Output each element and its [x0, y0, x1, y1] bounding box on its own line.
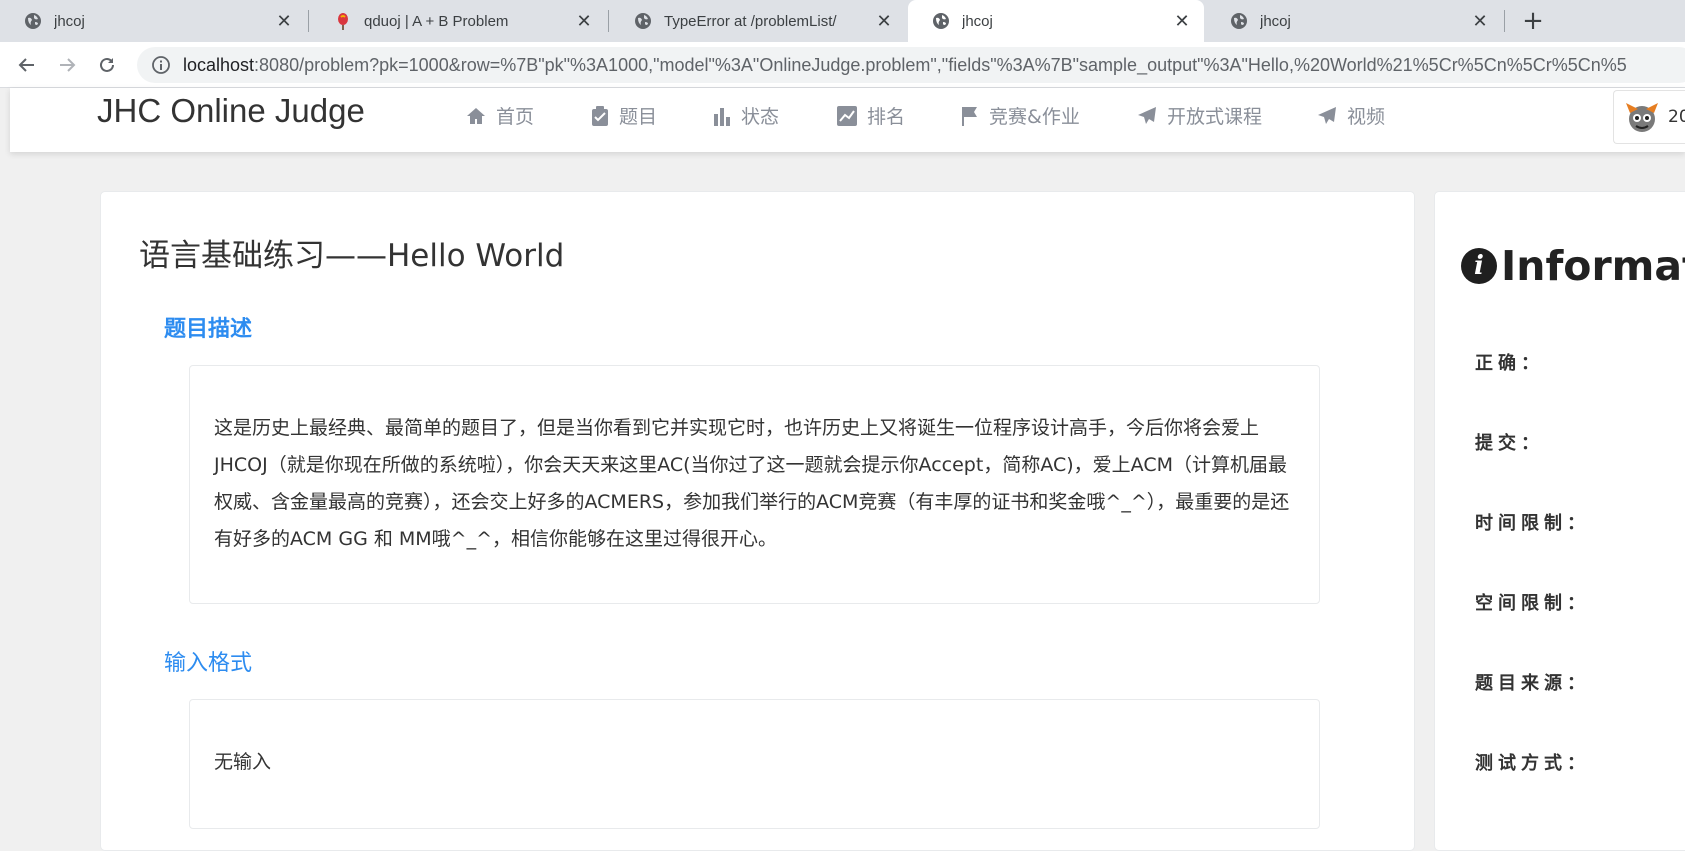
tab-title: jhcoj	[962, 12, 993, 30]
time-limit-label: 时间限制：	[1475, 513, 1590, 534]
tab-divider	[608, 10, 609, 32]
input-heading: 输入格式	[164, 651, 253, 676]
tab-divider	[308, 10, 309, 32]
url-path: :8080/problem?pk=1000&row=%7B"pk"%3A1000…	[254, 54, 1627, 75]
paper-plane-icon	[1318, 106, 1336, 124]
info-icon: i	[1461, 248, 1497, 284]
browser-tab-active[interactable]: jhcoj ✕	[908, 0, 1204, 42]
browser-tab[interactable]: jhcoj ✕	[1206, 0, 1502, 42]
nav-item-video[interactable]: 视频	[1317, 102, 1385, 129]
input-text: 无输入	[214, 751, 272, 773]
close-icon[interactable]: ✕	[272, 9, 296, 33]
memory-limit-label: 空间限制：	[1475, 593, 1590, 614]
globe-icon	[1230, 12, 1248, 30]
bar-chart-icon	[714, 107, 730, 126]
reload-icon	[100, 57, 114, 72]
problem-title: 语言基础练习——Hello World	[139, 238, 565, 274]
source-label: 题目来源：	[1475, 673, 1590, 694]
submissions-label: 提交：	[1475, 433, 1544, 454]
url-text[interactable]: localhost:8080/problem?pk=1000&row=%7B"p…	[183, 55, 1627, 76]
home-icon	[467, 107, 485, 124]
new-tab-button[interactable]: +	[1518, 6, 1548, 36]
flag-icon	[962, 106, 977, 126]
description-box: 这是历史上最经典、最简单的题目了，但是当你看到它并实现它时，也许历史上又将诞生一…	[189, 365, 1320, 604]
browser-tab[interactable]: qduoj | A + B Problem ✕	[310, 0, 606, 42]
globe-icon	[24, 12, 42, 30]
nav-item-label: 竞赛&作业	[989, 106, 1080, 128]
reload-button[interactable]	[92, 50, 122, 80]
tab-title: jhcoj	[54, 12, 85, 30]
description-text: 这是历史上最经典、最简单的题目了，但是当你看到它并实现它时，也许历史上又将诞生一…	[214, 417, 1290, 550]
nav-item-contest[interactable]: 竞赛&作业	[961, 102, 1080, 129]
nav-item-rank[interactable]: 排名	[837, 102, 905, 129]
nav-item-label: 首页	[496, 106, 535, 128]
tab-title: qduoj | A + B Problem	[364, 12, 509, 30]
browser-toolbar: localhost:8080/problem?pk=1000&row=%7B"p…	[0, 42, 1685, 88]
nav-item-label: 题目	[619, 106, 658, 128]
arrow-right-icon	[60, 58, 76, 72]
user-menu[interactable]: 20	[1613, 90, 1685, 144]
address-bar[interactable]: localhost:8080/problem?pk=1000&row=%7B"p…	[137, 47, 1685, 83]
arrow-left-icon	[18, 58, 34, 72]
browser-tab[interactable]: TypeError at /problemList/ ✕	[610, 0, 906, 42]
accepted-label: 正确：	[1475, 353, 1544, 374]
browser-tab[interactable]: jhcoj ✕	[0, 0, 306, 42]
user-name: 20	[1668, 107, 1685, 127]
close-icon[interactable]: ✕	[1170, 9, 1194, 33]
description-heading: 题目描述	[164, 317, 253, 342]
tab-title: jhcoj	[1260, 12, 1291, 30]
close-icon[interactable]: ✕	[872, 9, 896, 33]
globe-icon	[634, 12, 652, 30]
balloon-icon	[334, 12, 352, 30]
nav-item-label: 视频	[1347, 106, 1386, 128]
nav-item-label: 状态	[741, 106, 780, 128]
site-header: JHC Online Judge 首页 题目 状态 排名 竞赛&作业 开放式课程…	[10, 88, 1685, 152]
site-logo[interactable]: JHC Online Judge	[97, 92, 365, 130]
close-icon[interactable]: ✕	[572, 9, 596, 33]
information-title: Informat	[1501, 242, 1685, 290]
close-icon[interactable]: ✕	[1468, 9, 1492, 33]
url-host: localhost	[183, 54, 255, 75]
judge-mode-label: 测试方式：	[1475, 753, 1590, 774]
back-button[interactable]	[12, 50, 42, 80]
nav-item-home[interactable]: 首页	[466, 102, 534, 129]
paper-plane-icon	[1138, 106, 1156, 124]
nav-item-label: 排名	[867, 106, 906, 128]
tab-divider	[1504, 10, 1505, 32]
trend-chart-icon	[837, 105, 857, 126]
clipboard-icon	[592, 105, 608, 126]
globe-icon	[932, 12, 950, 30]
input-box: 无输入	[189, 699, 1320, 829]
nav-item-status[interactable]: 状态	[713, 102, 779, 129]
forward-button[interactable]	[52, 50, 82, 80]
information-heading: i Informat	[1461, 242, 1685, 290]
info-icon[interactable]	[151, 55, 171, 75]
browser-tab-strip: jhcoj ✕ qduoj | A + B Problem ✕ TypeErro…	[0, 0, 1685, 42]
avatar	[1626, 103, 1658, 132]
nav-item-label: 开放式课程	[1167, 106, 1263, 128]
nav-item-courses[interactable]: 开放式课程	[1137, 102, 1262, 129]
problem-card: 语言基础练习——Hello World 题目描述 这是历史上最经典、最简单的题目…	[100, 191, 1415, 851]
information-card: i Informat 正确： 提交： 时间限制： 空间限制： 题目来源： 测试方…	[1434, 191, 1685, 851]
nav-item-problems[interactable]: 题目	[591, 102, 657, 129]
tab-title: TypeError at /problemList/	[664, 12, 837, 30]
